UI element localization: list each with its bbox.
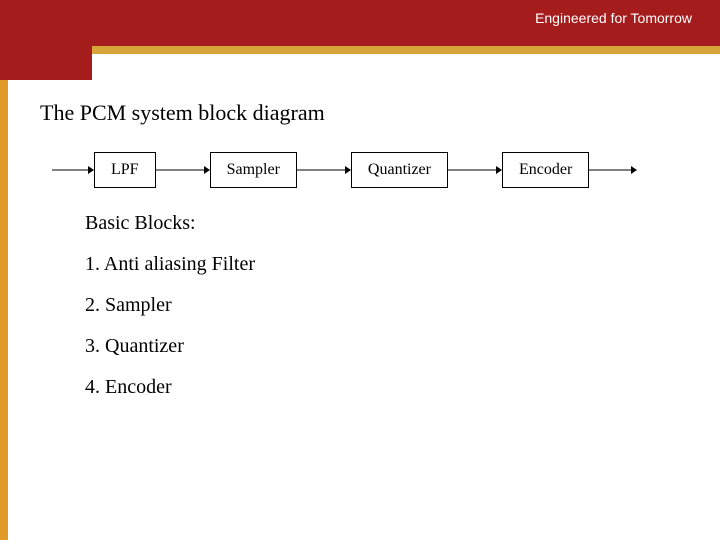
block-sampler: Sampler: [210, 152, 297, 188]
header-bar: Engineered for Tomorrow: [0, 0, 720, 46]
header-red-tab: [0, 46, 92, 80]
list-item: 4. Encoder: [85, 376, 690, 399]
list-item: 1. Anti aliasing Filter: [85, 253, 690, 276]
arrow-icon: [448, 164, 502, 176]
left-accent-bar: [0, 80, 8, 540]
list-item: 3. Quantizer: [85, 335, 690, 358]
block-encoder: Encoder: [502, 152, 589, 188]
block-lpf: LPF: [94, 152, 156, 188]
list-item: 2. Sampler: [85, 294, 690, 317]
slide-content: The PCM system block diagram LPF Sampler…: [40, 100, 690, 520]
arrow-icon: [297, 164, 351, 176]
header-tagline: Engineered for Tomorrow: [535, 10, 692, 26]
header-gold-line: [0, 46, 720, 54]
block-diagram: LPF Sampler Quantizer Encoder: [40, 152, 690, 188]
body-heading: Basic Blocks:: [85, 212, 690, 235]
body-text: Basic Blocks: 1. Anti aliasing Filter 2.…: [40, 212, 690, 399]
arrow-icon: [589, 164, 637, 176]
arrow-icon: [52, 164, 94, 176]
slide-title: The PCM system block diagram: [40, 100, 690, 126]
arrow-icon: [156, 164, 210, 176]
block-quantizer: Quantizer: [351, 152, 448, 188]
